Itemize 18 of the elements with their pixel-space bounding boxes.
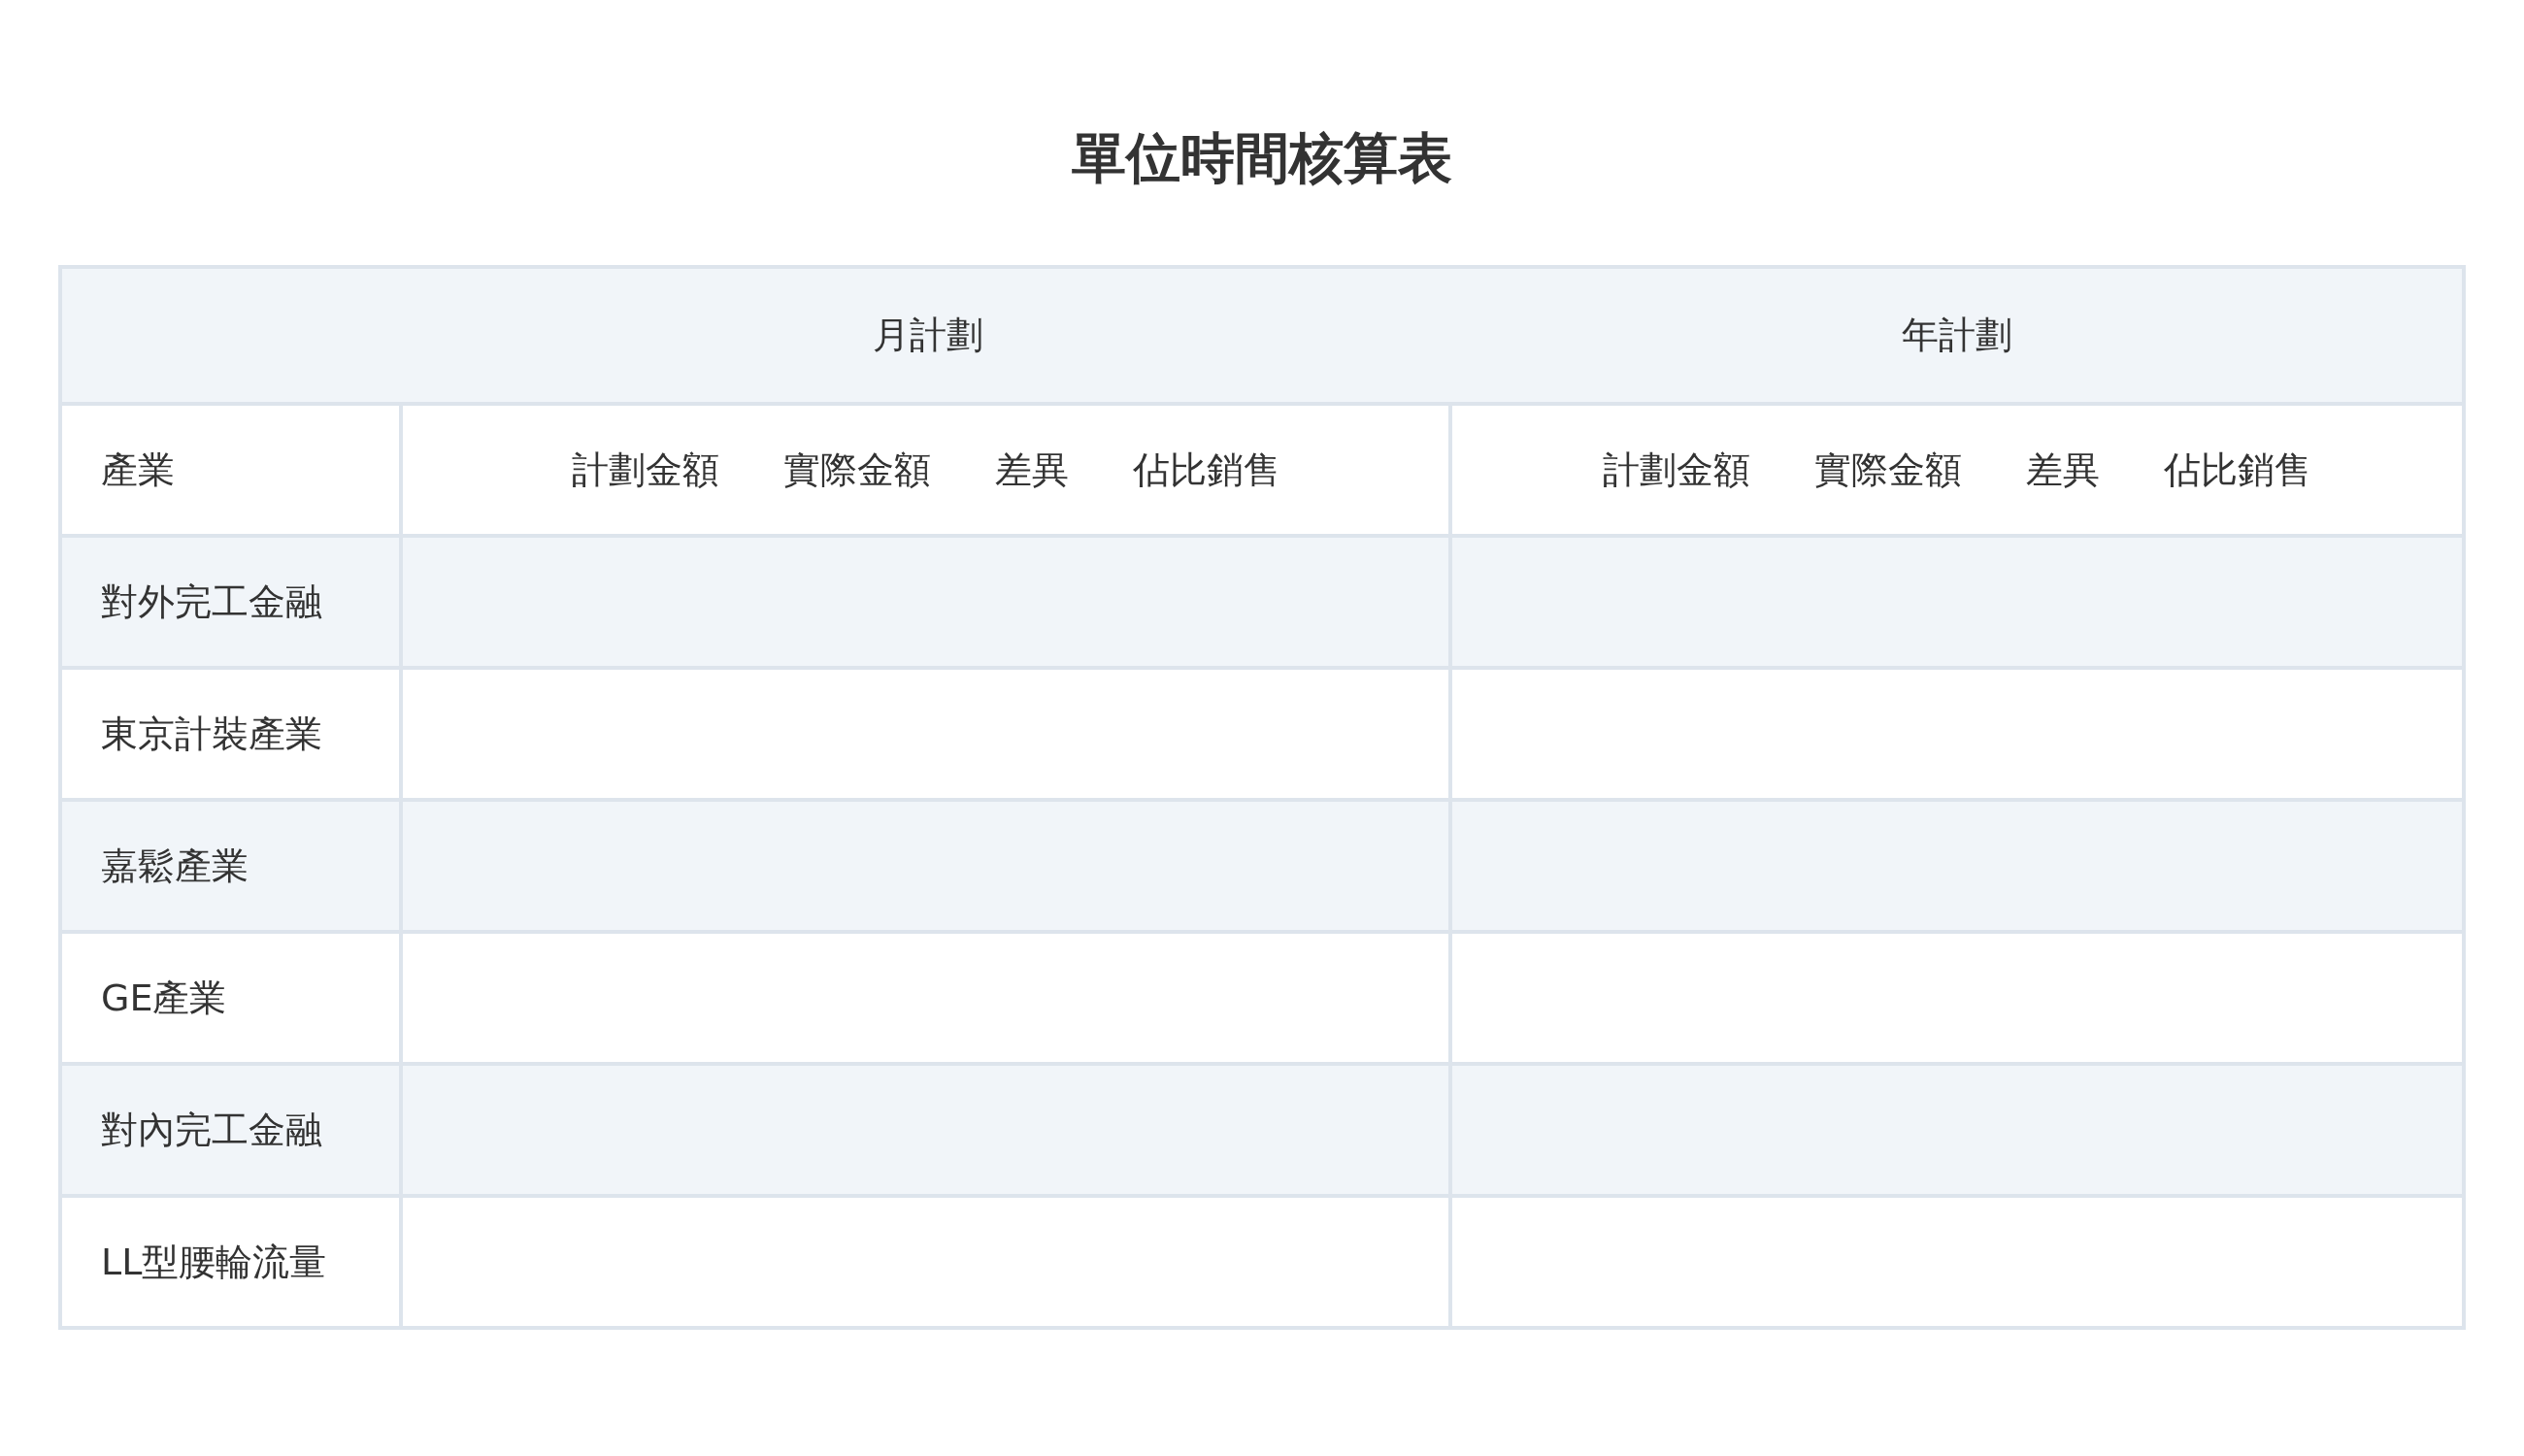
row-label: GE產業 xyxy=(62,934,403,1066)
row-label: 對內完工金融 xyxy=(62,1066,403,1198)
column-header: 實際金額 xyxy=(782,447,931,493)
column-header: 實際金額 xyxy=(1814,447,1962,493)
column-header: 差異 xyxy=(2026,447,2100,493)
group-header: 年計劃 xyxy=(1902,313,2012,358)
column-header: 佔比銷售 xyxy=(2164,447,2311,493)
column-header: 產業 xyxy=(62,406,403,538)
group-header: 月計劃 xyxy=(872,313,983,358)
row-label: LL型腰輪流量 xyxy=(62,1198,403,1330)
row-label: 東京計裝產業 xyxy=(62,670,403,802)
row-label: 對外完工金融 xyxy=(62,538,403,670)
table-title: 單位時間核算表 xyxy=(1071,125,1453,191)
column-header: 佔比銷售 xyxy=(1132,447,1280,493)
column-header: 計劃金額 xyxy=(571,447,719,493)
column-header: 差異 xyxy=(994,447,1069,493)
column-header: 計劃金額 xyxy=(1603,447,1750,493)
row-label: 嘉鬆產業 xyxy=(62,802,403,934)
